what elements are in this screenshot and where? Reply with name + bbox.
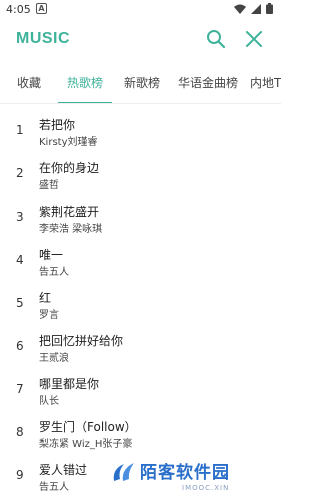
song-artist: 李荣浩 梁咏琪: [39, 224, 103, 235]
song-artist: 梨冻紧 Wiz_H张子豪: [39, 439, 133, 450]
song-row[interactable]: 7 哪里都是你 队长: [0, 368, 281, 411]
song-rank: 7: [16, 382, 24, 396]
song-row[interactable]: 4 唯一 告五人: [0, 239, 281, 282]
song-rank: 1: [16, 123, 24, 137]
close-button[interactable]: [243, 28, 265, 50]
tab-chinese-classics[interactable]: 华语金曲榜: [178, 74, 238, 91]
chart-tabs: 收藏 热歌榜 新歌榜 华语金曲榜 内地TO: [0, 62, 281, 104]
song-row[interactable]: 5 红 罗言: [0, 282, 281, 325]
signal-icon: [251, 3, 261, 14]
song-rank: 5: [16, 296, 24, 310]
tab-mainland-top[interactable]: 内地TO: [250, 74, 281, 91]
search-icon: [207, 30, 226, 49]
song-artist: Kirsty刘瑾睿: [39, 137, 98, 148]
song-rank: 2: [16, 166, 24, 180]
song-title: 红: [39, 291, 52, 305]
song-row[interactable]: 8 罗生门（Follow） 梨冻紧 Wiz_H张子豪: [0, 411, 281, 454]
tab-hot-songs[interactable]: 热歌榜: [67, 74, 103, 91]
song-rank: 8: [16, 425, 24, 439]
song-rank: 9: [16, 468, 24, 482]
song-row[interactable]: 1 若把你 Kirsty刘瑾睿: [0, 109, 281, 152]
song-row[interactable]: 2 在你的身边 盛哲: [0, 152, 281, 195]
status-icons: [234, 3, 273, 14]
watermark-text: 陌客软件园: [140, 463, 230, 483]
tab-favorites[interactable]: 收藏: [17, 74, 41, 91]
wifi-icon: [234, 4, 246, 14]
song-title: 在你的身边: [39, 161, 100, 175]
song-title: 紫荆花盛开: [39, 205, 100, 219]
song-title: 把回忆拼好给你: [39, 334, 124, 348]
song-row[interactable]: 6 把回忆拼好给你 王贰浪: [0, 325, 281, 368]
battery-icon: [266, 3, 273, 14]
watermark: 陌客软件园 IMOOC.XIN: [110, 455, 281, 500]
song-rank: 4: [16, 253, 24, 267]
status-time: 4:05: [6, 3, 31, 16]
song-rank: 6: [16, 339, 24, 353]
tab-new-songs[interactable]: 新歌榜: [124, 74, 160, 91]
song-artist: 盛哲: [39, 180, 59, 191]
song-row[interactable]: 3 紫荆花盛开 李荣浩 梁咏琪: [0, 196, 281, 239]
song-title: 罗生门（Follow）: [39, 420, 137, 434]
watermark-logo-icon: [113, 463, 134, 481]
song-title: 哪里都是你: [39, 377, 100, 391]
song-artist: 告五人: [39, 482, 69, 493]
song-title: 若把你: [39, 118, 76, 132]
app-title: MUSIC: [16, 30, 71, 47]
notification-icon: A: [36, 3, 47, 14]
song-artist: 王贰浪: [39, 353, 69, 364]
song-rank: 3: [16, 210, 24, 224]
watermark-subtext: IMOOC.XIN: [182, 484, 230, 492]
app-bar: MUSIC: [0, 20, 281, 60]
song-artist: 罗言: [39, 310, 59, 321]
close-icon: [246, 31, 262, 47]
search-button[interactable]: [205, 28, 227, 50]
song-title: 爱人错过: [39, 463, 88, 477]
song-title: 唯一: [39, 248, 64, 262]
tab-indicator: [58, 102, 112, 103]
song-artist: 队长: [39, 396, 59, 407]
status-bar: 4:05 A: [0, 0, 281, 20]
song-artist: 告五人: [39, 267, 69, 278]
